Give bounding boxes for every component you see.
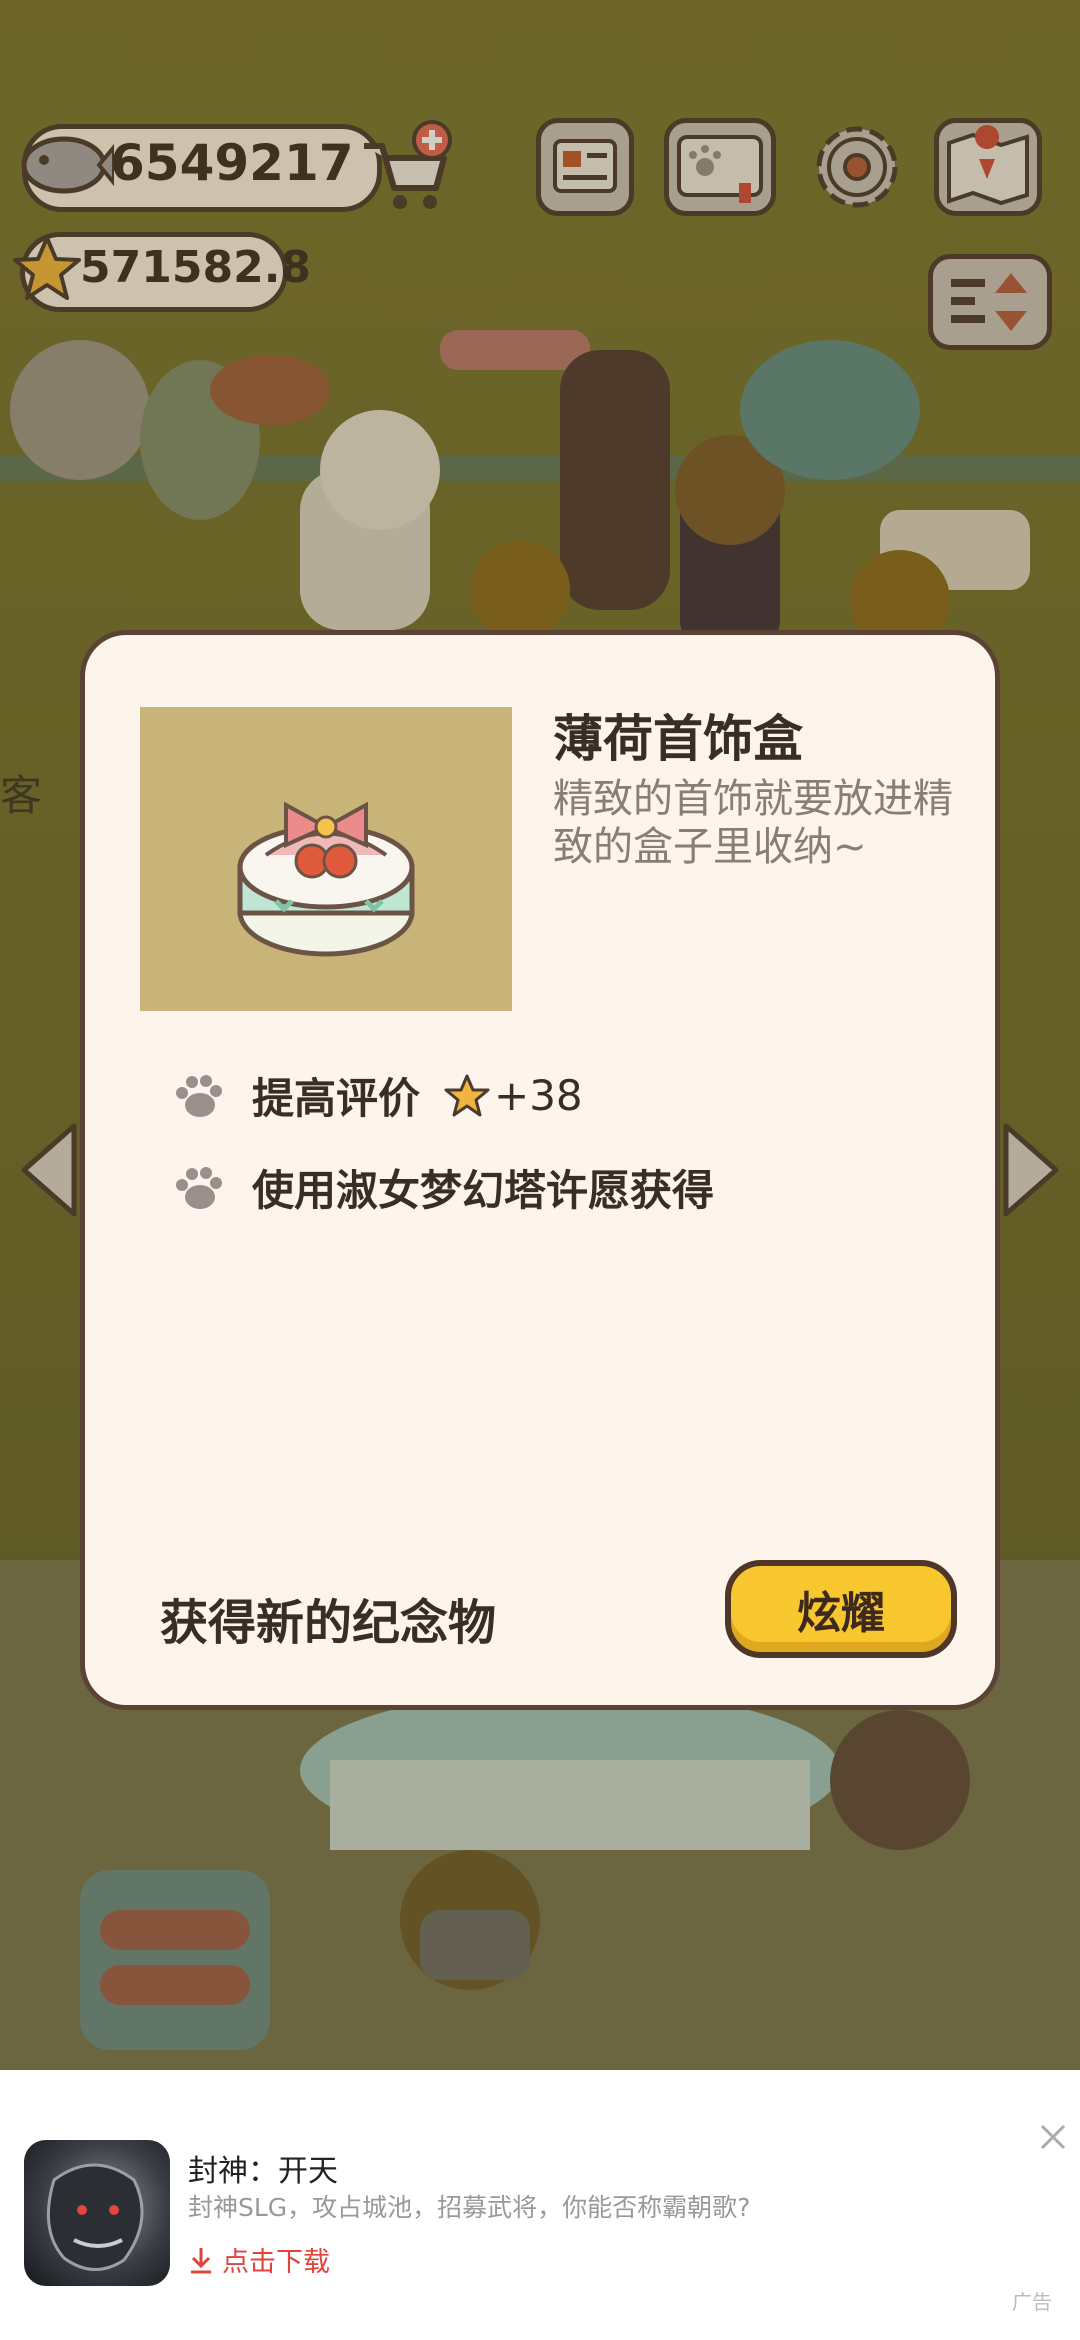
ad-description[interactable]: 封神SLG，攻占城池，招募武将，你能否称霸朝歌? xyxy=(188,2188,750,2224)
ad-app-icon[interactable] xyxy=(24,2140,170,2286)
item-description: 精致的首饰就要放进精致的盒子里收纳~ xyxy=(553,776,953,870)
jewelry-box-icon xyxy=(237,801,415,957)
attribute-bonus: +38 xyxy=(494,1071,583,1120)
ad-download-link[interactable]: 点击下载 xyxy=(188,2240,330,2279)
show-off-button[interactable]: 炫耀 xyxy=(725,1560,957,1658)
attribute-label: 提高评价 xyxy=(252,1074,421,1123)
attribute-rating: 提高评价 +38 xyxy=(170,1065,583,1126)
souvenir-dialog: 薄荷首饰盒 精致的首饰就要放进精致的盒子里收纳~ 提高评价 +38 使用淑女梦幻… xyxy=(80,630,1000,1710)
new-souvenir-label: 获得新的纪念物 xyxy=(160,1595,497,1651)
ad-banner[interactable]: 封神：开天 封神SLG，攻占城池，招募武将，你能否称霸朝歌? 点击下载 xyxy=(0,2070,1080,2340)
paw-icon xyxy=(176,1166,222,1209)
item-image xyxy=(140,707,512,1011)
paw-icon xyxy=(176,1074,222,1117)
star-icon xyxy=(444,1074,490,1116)
ad-tag: 广告 xyxy=(1012,2290,1052,2314)
attribute-label: 使用淑女梦幻塔许愿获得 xyxy=(252,1166,715,1215)
item-title: 薄荷首饰盒 xyxy=(553,710,803,768)
download-icon xyxy=(191,2247,211,2273)
dragon-icon xyxy=(46,2163,144,2271)
ad-title[interactable]: 封神：开天 xyxy=(188,2146,338,2190)
ad-download-label: 点击下载 xyxy=(222,2247,330,2278)
close-icon[interactable] xyxy=(1038,2122,1068,2152)
attribute-source: 使用淑女梦幻塔许愿获得 xyxy=(170,1157,714,1218)
